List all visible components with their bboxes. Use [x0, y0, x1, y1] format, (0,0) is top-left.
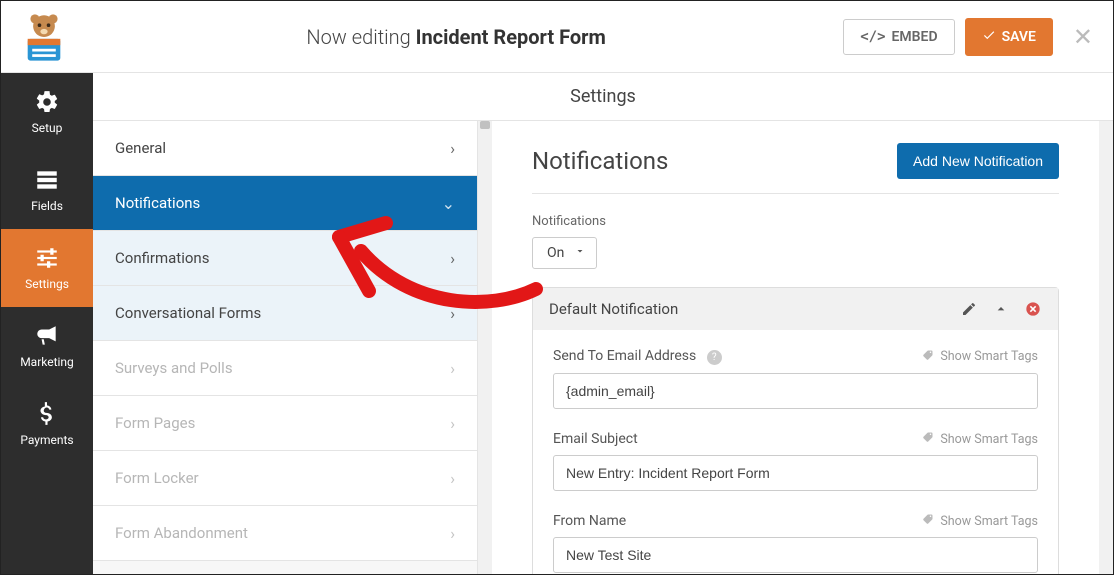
settings-subnav: General › Notifications ⌄ Confirmations … — [93, 121, 478, 574]
rail-payments[interactable]: Payments — [1, 385, 93, 463]
panel-title: Notifications — [532, 147, 668, 175]
chevron-right-icon: › — [450, 359, 455, 378]
save-button[interactable]: SAVE — [965, 18, 1053, 56]
subnav-notifications[interactable]: Notifications ⌄ — [93, 176, 477, 231]
subject-label: Email Subject — [553, 431, 638, 447]
subnav-general[interactable]: General › — [93, 121, 477, 176]
show-smart-tags-button[interactable]: Show Smart Tags — [922, 349, 1038, 365]
tag-icon — [922, 349, 934, 365]
left-rail: Setup Fields Settings Marketing — [1, 73, 93, 574]
send-to-label: Send To Email Address — [553, 348, 696, 364]
chevron-down-icon: ⌄ — [442, 194, 455, 213]
card-header[interactable]: Default Notification — [533, 288, 1058, 330]
dollar-icon — [34, 401, 60, 427]
subnav-label: Form Locker — [115, 469, 199, 487]
chevron-right-icon: › — [450, 469, 455, 488]
center-header: Settings — [93, 73, 1113, 121]
check-icon — [982, 28, 996, 46]
list-icon — [34, 167, 60, 193]
notifications-panel: Notifications Add New Notification Notif… — [492, 121, 1099, 574]
collapse-icon[interactable] — [992, 300, 1010, 318]
close-button[interactable]: ✕ — [1073, 23, 1093, 51]
from-name-input[interactable] — [553, 537, 1038, 573]
tag-icon — [922, 513, 934, 529]
subnav-label: Conversational Forms — [115, 304, 261, 322]
subnav-label: General — [115, 139, 166, 157]
toggle-label: Notifications — [532, 214, 1059, 229]
notifications-toggle-select[interactable]: On — [532, 237, 597, 269]
panel-scrollbar[interactable] — [1099, 121, 1113, 574]
add-notification-button[interactable]: Add New Notification — [897, 143, 1059, 179]
subnav-confirmations[interactable]: Confirmations › — [93, 231, 477, 286]
notification-card: Default Notification — [532, 287, 1059, 574]
app-logo — [9, 7, 79, 67]
toggle-value: On — [547, 245, 564, 261]
bullhorn-icon — [34, 323, 60, 349]
embed-button[interactable]: </> EMBED — [843, 19, 954, 55]
topbar: Now editing Incident Report Form </> EMB… — [1, 1, 1113, 73]
rail-settings[interactable]: Settings — [1, 229, 93, 307]
subnav-form-abandonment[interactable]: Form Abandonment › — [93, 506, 477, 561]
smart-tags-label: Show Smart Tags — [940, 349, 1038, 364]
chevron-right-icon: › — [450, 249, 455, 268]
rail-fields[interactable]: Fields — [1, 151, 93, 229]
subnav-label: Form Abandonment — [115, 524, 248, 542]
smart-tags-label: Show Smart Tags — [940, 432, 1038, 447]
subnav-label: Form Pages — [115, 414, 195, 432]
gear-icon — [34, 89, 60, 115]
subject-input[interactable] — [553, 455, 1038, 491]
show-smart-tags-button[interactable]: Show Smart Tags — [922, 513, 1038, 529]
sliders-icon — [34, 245, 60, 271]
subnav-label: Notifications — [115, 194, 200, 212]
subnav-form-locker[interactable]: Form Locker › — [93, 451, 477, 506]
embed-label: EMBED — [892, 29, 938, 45]
chevron-right-icon: › — [450, 414, 455, 433]
editing-prefix: Now editing — [306, 25, 415, 49]
chevron-right-icon: › — [450, 139, 455, 158]
rail-setup[interactable]: Setup — [1, 73, 93, 151]
card-title: Default Notification — [549, 300, 678, 318]
smart-tags-label: Show Smart Tags — [940, 514, 1038, 529]
rail-marketing[interactable]: Marketing — [1, 307, 93, 385]
rail-label: Payments — [20, 433, 73, 447]
tag-icon — [922, 431, 934, 447]
rail-label: Fields — [31, 199, 63, 213]
subnav-surveys-polls[interactable]: Surveys and Polls › — [93, 341, 477, 396]
subnav-form-pages[interactable]: Form Pages › — [93, 396, 477, 451]
subnav-conversational-forms[interactable]: Conversational Forms › — [93, 286, 477, 341]
edit-icon[interactable] — [960, 300, 978, 318]
rail-label: Marketing — [20, 355, 74, 369]
help-icon[interactable]: ? — [707, 350, 722, 365]
save-label: SAVE — [1002, 29, 1036, 45]
rail-label: Settings — [25, 277, 69, 291]
send-to-input[interactable] — [553, 373, 1038, 409]
code-icon: </> — [860, 29, 885, 45]
subnav-scrollbar[interactable] — [478, 121, 492, 574]
subnav-label: Confirmations — [115, 249, 209, 267]
show-smart-tags-button[interactable]: Show Smart Tags — [922, 431, 1038, 447]
delete-icon[interactable] — [1024, 300, 1042, 318]
from-name-label: From Name — [553, 513, 626, 529]
chevron-right-icon: › — [450, 524, 455, 543]
page-title: Now editing Incident Report Form — [79, 25, 833, 49]
rail-label: Setup — [32, 121, 63, 135]
subnav-label: Surveys and Polls — [115, 359, 233, 377]
chevron-right-icon: › — [450, 304, 455, 323]
chevron-down-icon — [574, 245, 586, 261]
form-name: Incident Report Form — [416, 25, 606, 49]
